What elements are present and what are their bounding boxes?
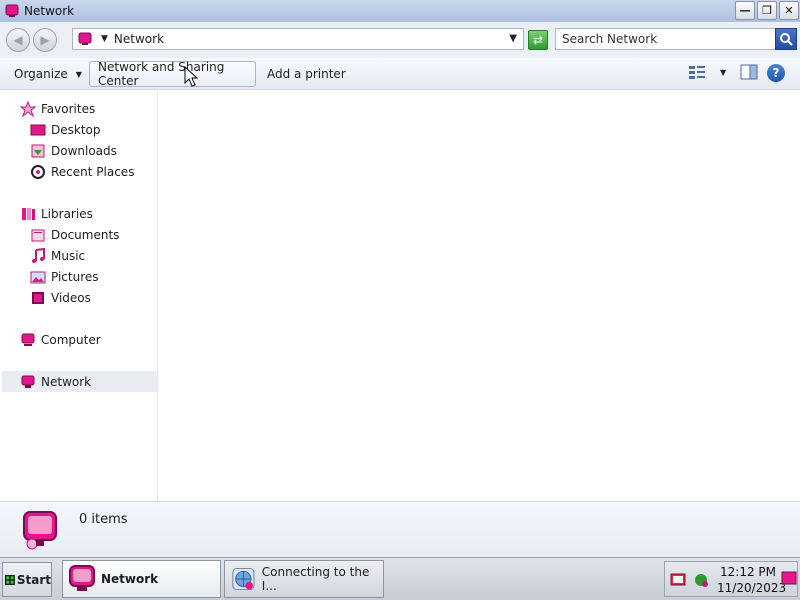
nav-item-label: Downloads xyxy=(51,143,117,158)
network-sharing-center-label: Network and Sharing Center xyxy=(98,60,225,88)
minimize-button[interactable]: — xyxy=(735,1,755,20)
nav-item-label: Pictures xyxy=(51,269,99,284)
system-tray: 12:12 PM 11/20/2023 xyxy=(664,561,798,597)
nav-item-label: Videos xyxy=(51,290,91,305)
navigation-pane: Favorites Desktop Downloads Recent Place… xyxy=(0,91,158,501)
nav-item-label: Desktop xyxy=(51,122,101,137)
show-desktop-icon[interactable] xyxy=(781,570,797,586)
address-history-dropdown-icon[interactable]: ▼ xyxy=(509,33,517,44)
network-icon xyxy=(69,565,95,591)
command-bar: Organize ▼ Network and Sharing Center Ad… xyxy=(0,58,800,90)
forward-button[interactable]: ▶ xyxy=(33,28,57,52)
network-icon xyxy=(5,4,19,17)
back-button[interactable]: ◀ xyxy=(6,28,30,52)
network-icon xyxy=(23,511,57,550)
breadcrumb[interactable]: Network xyxy=(114,32,164,46)
flag-icon[interactable] xyxy=(670,572,686,588)
nav-item-videos[interactable]: Videos xyxy=(30,287,91,308)
nav-item-recent-places[interactable]: Recent Places xyxy=(30,161,134,182)
clock-time: 12:12 PM xyxy=(720,565,776,579)
taskbar-item-network[interactable]: Network xyxy=(62,560,221,598)
taskbar: Start Network Connecting to the I... 12:… xyxy=(0,557,800,600)
help-button[interactable]: ? xyxy=(767,64,785,82)
nav-item-label: Documents xyxy=(51,227,120,242)
minimize-icon: — xyxy=(739,4,751,17)
title-bar: Network — ❐ ✕ xyxy=(0,0,800,22)
network-sharing-center-button[interactable]: Network and Sharing Center xyxy=(89,60,256,88)
nav-item-network[interactable]: Network xyxy=(2,371,157,392)
preview-pane-button[interactable] xyxy=(740,64,758,83)
clock[interactable]: 12:12 PM 11/20/2023 xyxy=(717,564,787,596)
search-box[interactable] xyxy=(555,28,797,50)
address-field[interactable]: ▼ Network ▼ xyxy=(72,28,524,50)
nav-item-libraries[interactable]: Libraries xyxy=(20,203,93,224)
computer-icon xyxy=(21,333,35,346)
change-view-button[interactable]: ▼ xyxy=(688,64,726,80)
windows-logo-icon xyxy=(5,574,15,585)
nav-item-label: Libraries xyxy=(41,206,93,221)
nav-item-documents[interactable]: Documents xyxy=(30,224,119,245)
refresh-button[interactable]: ⇄ xyxy=(528,30,548,50)
organize-label: Organize xyxy=(14,67,68,81)
network-icon xyxy=(21,375,35,388)
forward-arrow-icon: ▶ xyxy=(40,33,50,47)
refresh-icon: ⇄ xyxy=(532,33,544,47)
details-pane: 0 items xyxy=(0,501,800,557)
taskbar-item-connecting[interactable]: Connecting to the I... xyxy=(224,560,384,598)
views-icon xyxy=(689,66,705,79)
add-printer-label: Add a printer xyxy=(267,67,346,81)
back-arrow-icon: ◀ xyxy=(13,33,23,47)
network-icon xyxy=(78,32,92,45)
videos-icon xyxy=(32,291,44,304)
nav-item-pictures[interactable]: Pictures xyxy=(30,266,99,287)
recent-places-icon xyxy=(31,164,45,179)
nav-item-desktop[interactable]: Desktop xyxy=(30,119,101,140)
nav-item-music[interactable]: Music xyxy=(30,245,85,266)
preview-pane-icon xyxy=(740,64,758,80)
breadcrumb-arrow-icon[interactable]: ▼ xyxy=(101,34,108,44)
nav-item-label: Recent Places xyxy=(51,164,135,179)
connecting-globe-icon xyxy=(232,567,255,591)
window-title: Network xyxy=(24,4,75,18)
documents-icon xyxy=(31,229,45,241)
search-input[interactable] xyxy=(562,30,777,48)
file-list-area[interactable] xyxy=(160,91,800,501)
start-button[interactable]: Start xyxy=(2,562,52,597)
mouse-cursor-icon xyxy=(184,66,198,87)
nav-item-favorites[interactable]: Favorites xyxy=(20,98,95,119)
music-icon xyxy=(32,247,45,263)
libraries-icon xyxy=(22,207,35,220)
nav-item-label: Music xyxy=(51,248,86,263)
chevron-down-icon[interactable]: ▼ xyxy=(720,68,726,77)
chevron-down-icon: ▼ xyxy=(75,69,82,79)
nav-item-downloads[interactable]: Downloads xyxy=(30,140,117,161)
nav-item-label: Favorites xyxy=(41,101,96,116)
add-printer-button[interactable]: Add a printer xyxy=(259,61,354,87)
item-count: 0 items xyxy=(79,512,128,527)
restore-icon: ❐ xyxy=(762,4,772,17)
network-status-icon[interactable] xyxy=(693,572,709,588)
organize-button[interactable]: Organize ▼ xyxy=(6,61,90,87)
address-bar: ◀ ▶ ▼ Network ▼ ⇄ xyxy=(0,22,800,58)
start-label: Start xyxy=(16,572,51,587)
taskbar-item-label: Connecting to the I... xyxy=(261,565,370,593)
search-button[interactable] xyxy=(775,28,797,50)
help-icon: ? xyxy=(772,66,780,80)
nav-item-computer[interactable]: Computer xyxy=(20,329,101,350)
close-button[interactable]: ✕ xyxy=(779,1,799,20)
search-icon xyxy=(780,33,793,46)
downloads-icon xyxy=(31,144,45,157)
nav-item-label: Network xyxy=(41,374,92,389)
nav-item-label: Computer xyxy=(41,332,101,347)
star-icon xyxy=(20,100,36,117)
pictures-icon xyxy=(30,271,46,283)
taskbar-item-label: Network xyxy=(101,572,159,586)
close-icon: ✕ xyxy=(784,4,794,17)
clock-date: 11/20/2023 xyxy=(717,581,787,595)
desktop-icon xyxy=(30,124,46,135)
restore-button[interactable]: ❐ xyxy=(757,1,777,20)
